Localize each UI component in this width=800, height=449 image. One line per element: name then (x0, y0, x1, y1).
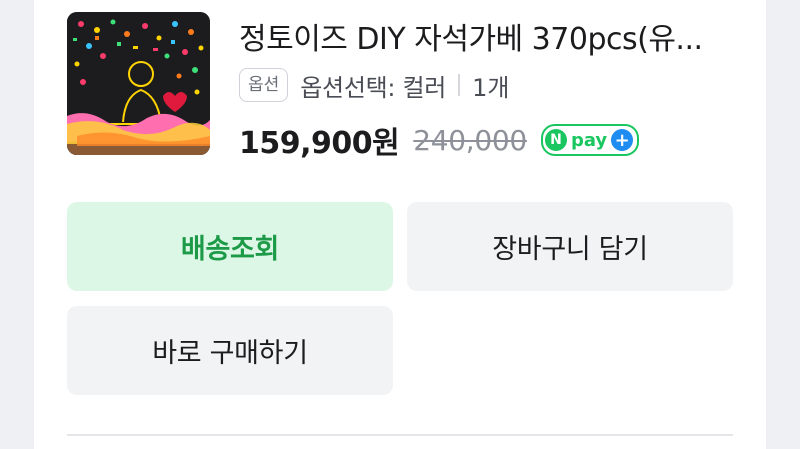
track-delivery-button[interactable]: 배송조회 (67, 202, 393, 291)
product-thumbnail[interactable] (67, 12, 210, 155)
original-price: 240,000 (413, 123, 527, 157)
npay-badge: N pay + (540, 124, 640, 156)
option-tag: 옵션 (239, 68, 289, 102)
option-row: 옵션 옵션선택: 컬러 1개 (239, 67, 509, 103)
price-row: 159,900원 240,000 N pay + (239, 118, 640, 162)
add-to-cart-button[interactable]: 장바구니 담기 (407, 202, 733, 291)
section-divider (67, 434, 733, 436)
npay-label: pay (570, 129, 608, 151)
npay-n-icon: N (544, 129, 567, 151)
npay-plus-icon: + (611, 129, 634, 151)
sale-price: 159,900원 (239, 126, 400, 161)
option-divider (458, 74, 461, 96)
quantity: 1개 (472, 73, 510, 102)
product-title[interactable]: 정토이즈 DIY 자석가베 370pcs(유... (239, 14, 719, 58)
option-text: 옵션선택: 컬러 (300, 73, 447, 102)
product-image (67, 12, 210, 155)
buy-now-button[interactable]: 바로 구매하기 (67, 306, 393, 395)
